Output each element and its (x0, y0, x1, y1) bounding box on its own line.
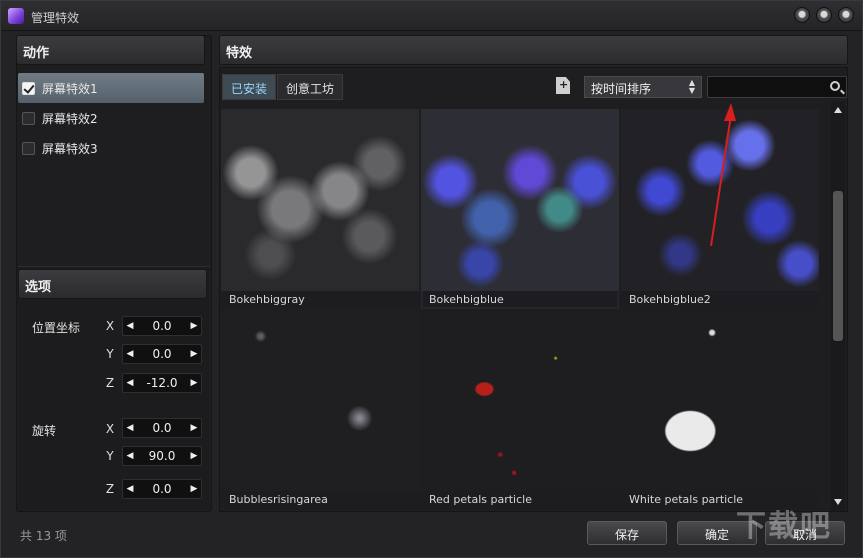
checkbox-checked[interactable] (22, 81, 35, 95)
maximize-button[interactable] (816, 7, 832, 23)
search-icon[interactable] (830, 81, 840, 91)
effect-thumbnail (421, 109, 619, 291)
annotation-arrow-icon (710, 103, 736, 247)
search-input[interactable] (707, 76, 847, 98)
position-x-stepper[interactable]: ◀ 0.0 ▶ (122, 316, 202, 336)
axis-x-label: X (105, 422, 115, 436)
effect-thumbnail (221, 309, 419, 491)
checkbox-unchecked[interactable] (22, 141, 35, 155)
increment-icon[interactable]: ▶ (187, 419, 201, 437)
watermark-logo: 下载吧 (736, 509, 832, 544)
action-list: 屏幕特效1 屏幕特效2 屏幕特效3 (18, 73, 204, 163)
decrement-icon[interactable]: ◀ (123, 447, 137, 465)
position-y-stepper[interactable]: ◀ 0.0 ▶ (122, 344, 202, 364)
decrement-icon[interactable]: ◀ (123, 317, 137, 335)
effect-name: Bubblesrisingarea (221, 491, 419, 509)
decrement-icon[interactable]: ◀ (123, 419, 137, 437)
position-z-stepper[interactable]: ◀ -12.0 ▶ (122, 373, 202, 393)
effect-name: Bokehbiggray (221, 291, 419, 309)
rotation-z-value[interactable]: 0.0 (137, 482, 187, 496)
increment-icon[interactable]: ▶ (187, 317, 201, 335)
position-y-value[interactable]: 0.0 (137, 347, 187, 361)
updown-arrow-icon: ▲ ▼ (688, 78, 695, 95)
vertical-scrollbar[interactable] (831, 101, 845, 511)
effect-tile-selected[interactable]: Bokehbigblue (421, 109, 619, 309)
position-z-value[interactable]: -12.0 (137, 376, 187, 390)
minimize-button[interactable] (794, 7, 810, 23)
effect-tile[interactable]: Bubblesrisingarea (221, 309, 419, 509)
rotation-y-value[interactable]: 90.0 (137, 449, 187, 463)
action-item-label: 屏幕特效1 (42, 81, 98, 96)
rotation-y-stepper[interactable]: ◀ 90.0 ▶ (122, 446, 202, 466)
scroll-thumb[interactable] (833, 191, 843, 341)
action-item-3[interactable]: 屏幕特效3 (18, 133, 204, 163)
title-bar: 管理特效 (1, 1, 862, 31)
app-logo-icon (8, 8, 24, 24)
tab-workshop[interactable]: 创意工坊 (277, 74, 344, 100)
save-button[interactable]: 保存 (587, 521, 667, 545)
axis-z-label: Z (105, 376, 115, 390)
increment-icon[interactable]: ▶ (187, 447, 201, 465)
axis-y-label: Y (106, 347, 114, 361)
position-x-value[interactable]: 0.0 (137, 319, 187, 333)
scroll-down-icon[interactable] (834, 499, 842, 505)
tab-installed[interactable]: 已安装 (222, 74, 277, 100)
rotation-label: 旋转 (32, 424, 57, 438)
effect-tile[interactable]: Bokehbiggray (221, 109, 419, 309)
item-count: 共 13 项 (20, 529, 67, 543)
rotation-x-value[interactable]: 0.0 (137, 421, 187, 435)
effects-header: 特效 (219, 35, 848, 65)
action-item-2[interactable]: 屏幕特效2 (18, 103, 204, 133)
window-title: 管理特效 (31, 11, 80, 25)
effect-name: Red petals particle (421, 491, 619, 509)
increment-icon[interactable]: ▶ (187, 374, 201, 392)
sort-select-value: 按时间排序 (591, 82, 652, 96)
actions-header: 动作 (16, 35, 205, 65)
sort-select[interactable]: 按时间排序 ▲ ▼ (584, 76, 702, 98)
effect-tile[interactable]: White petals particle (621, 309, 819, 509)
increment-icon[interactable]: ▶ (187, 345, 201, 363)
axis-y-label: Y (106, 449, 114, 463)
rotation-x-stepper[interactable]: ◀ 0.0 ▶ (122, 418, 202, 438)
manage-effects-window: 管理特效 动作 屏幕特效1 屏幕特效2 屏幕特效3 选项 位置坐标 X ◀ 0.… (0, 0, 863, 558)
position-label: 位置坐标 (32, 321, 81, 335)
decrement-icon[interactable]: ◀ (123, 480, 137, 498)
close-button[interactable] (838, 7, 854, 23)
effect-name: Bokehbigblue2 (621, 291, 819, 309)
action-item-1[interactable]: 屏幕特效1 (18, 73, 204, 103)
add-file-icon[interactable] (556, 77, 570, 94)
increment-icon[interactable]: ▶ (187, 480, 201, 498)
scroll-up-icon[interactable] (834, 107, 842, 113)
effect-thumbnail (221, 109, 419, 291)
axis-x-label: X (105, 319, 115, 333)
action-item-label: 屏幕特效2 (42, 111, 98, 126)
action-item-label: 屏幕特效3 (42, 141, 98, 156)
decrement-icon[interactable]: ◀ (123, 374, 137, 392)
checkbox-unchecked[interactable] (22, 111, 35, 125)
decrement-icon[interactable]: ◀ (123, 345, 137, 363)
rotation-z-stepper[interactable]: ◀ 0.0 ▶ (122, 479, 202, 499)
options-header: 选项 (18, 269, 207, 299)
effect-name: Bokehbigblue (421, 291, 619, 309)
effect-thumbnail (621, 309, 819, 491)
axis-z-label: Z (105, 482, 115, 496)
effect-thumbnail (421, 309, 619, 491)
effect-tile[interactable]: Red petals particle (421, 309, 619, 509)
